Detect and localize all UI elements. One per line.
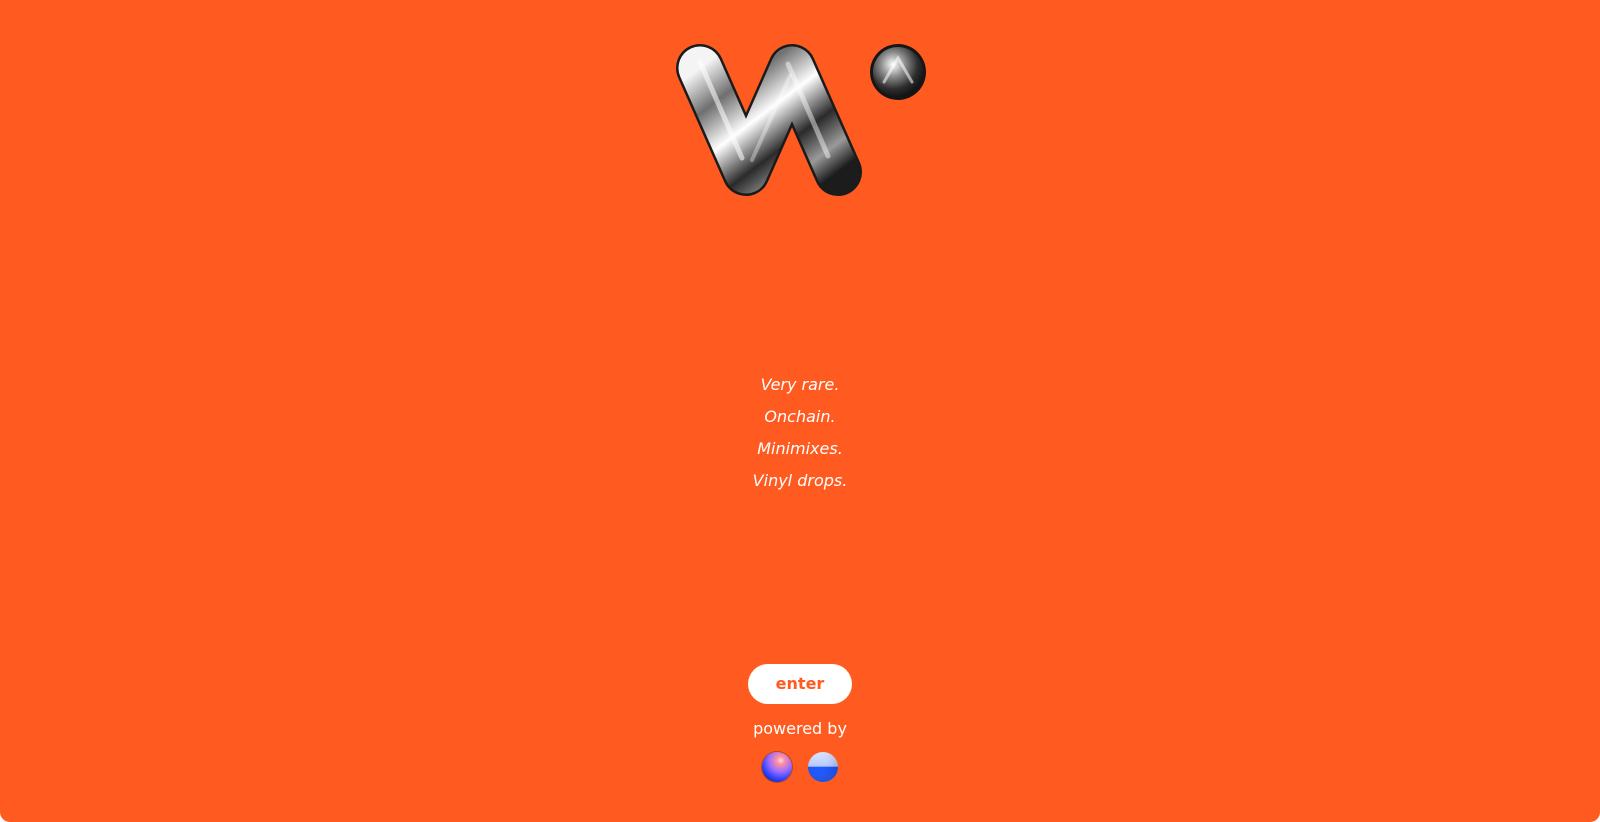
tagline-line: Very rare. (760, 375, 840, 394)
tagline-line: Vinyl drops. (752, 471, 848, 490)
logo-v-shape (676, 44, 862, 196)
tagline: Very rare. Onchain. Minimixes. Vinyl dro… (0, 374, 1600, 502)
gradient-sphere-icon[interactable] (762, 752, 792, 782)
brand-logo (676, 44, 926, 196)
tagline-line: Onchain. (764, 407, 836, 426)
landing-page: Very rare. Onchain. Minimixes. Vinyl dro… (0, 0, 1600, 822)
blue-half-circle-icon[interactable] (808, 752, 838, 782)
enter-button[interactable]: enter (748, 664, 852, 704)
powered-by-label: powered by (753, 719, 847, 738)
logo-dot (870, 44, 926, 100)
tagline-line: Minimixes. (757, 439, 843, 458)
